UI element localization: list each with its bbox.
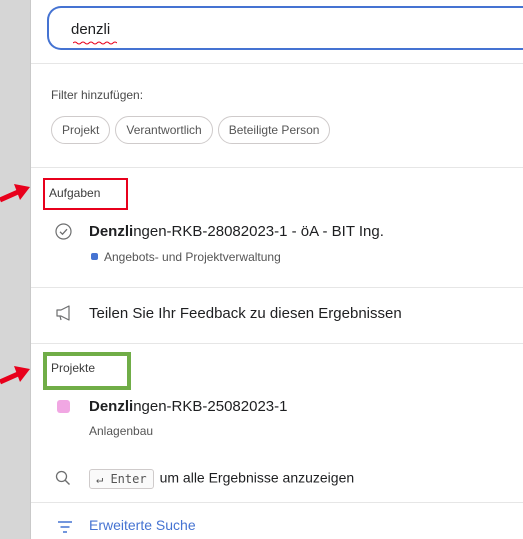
search-input[interactable] bbox=[71, 18, 471, 40]
search-results-panel: Filter hinzufügen: Projekt Verantwortlic… bbox=[30, 0, 523, 539]
project-color-dot bbox=[91, 253, 98, 260]
task-title: Denzlingen-RKB-28082023-1 - öA - BIT Ing… bbox=[89, 223, 384, 240]
project-team-name: Anlagenbau bbox=[89, 424, 154, 438]
spellcheck-underline bbox=[73, 41, 117, 45]
filter-chip-collaborator[interactable]: Beteiligte Person bbox=[217, 116, 331, 144]
filter-chips: Projekt Verantwortlich Beteiligte Person bbox=[51, 116, 331, 144]
project-title: Denzlingen-RKB-25082023-1 bbox=[89, 398, 288, 415]
annotation-arrow-red-2 bbox=[0, 366, 30, 385]
section-label-tasks: Aufgaben bbox=[49, 186, 101, 200]
divider bbox=[31, 502, 523, 503]
filter-chip-project[interactable]: Projekt bbox=[51, 116, 111, 144]
project-color-square bbox=[57, 400, 70, 413]
annotation-arrow-red-1 bbox=[0, 184, 30, 203]
advanced-search-link: Erweiterte Suche bbox=[89, 517, 196, 533]
filter-title: Filter hinzufügen: bbox=[51, 88, 144, 102]
divider bbox=[31, 287, 523, 288]
task-project-name: Angebots- und Projektverwaltung bbox=[104, 250, 281, 264]
check-circle-icon bbox=[55, 223, 72, 240]
filter-chip-assignee[interactable]: Verantwortlich bbox=[115, 116, 213, 144]
section-label-projects: Projekte bbox=[51, 361, 96, 375]
show-all-text: ↵ Enter um alle Ergebnisse anzuzeigen bbox=[89, 469, 354, 489]
divider bbox=[31, 343, 523, 344]
search-box[interactable] bbox=[47, 6, 523, 50]
filter-lines-icon bbox=[58, 521, 72, 533]
feedback-label: Teilen Sie Ihr Feedback zu diesen Ergebn… bbox=[89, 305, 402, 322]
enter-key-hint: ↵ Enter bbox=[89, 469, 154, 489]
divider bbox=[31, 167, 523, 168]
search-icon bbox=[55, 470, 70, 485]
megaphone-icon bbox=[56, 305, 70, 321]
divider bbox=[31, 63, 523, 64]
